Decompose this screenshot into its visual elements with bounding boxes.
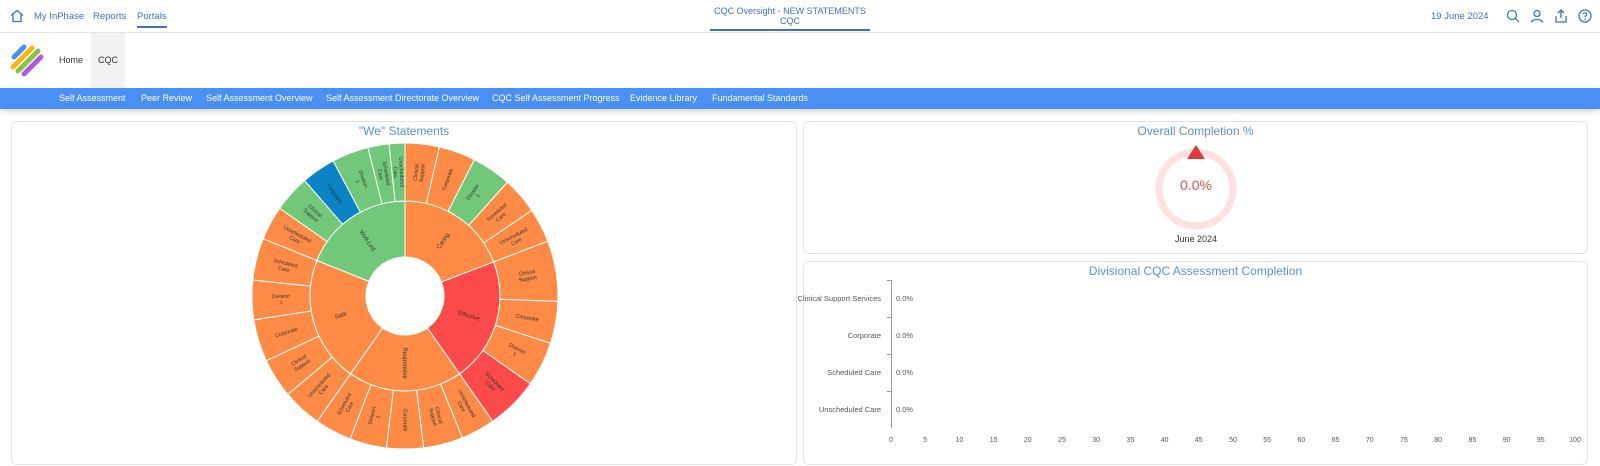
top-bar: My InPhase Reports Portals CQC Oversight…	[0, 0, 1600, 33]
overall-completion-panel: Overall Completion % 0.0% June 2024	[803, 121, 1588, 254]
x-tick-label: 90	[1502, 437, 1511, 444]
share-icon[interactable]	[1553, 8, 1569, 24]
category-label: Clinical Support Services	[797, 293, 881, 303]
x-tick-label: 100	[1569, 437, 1581, 444]
x-tick-label: 25	[1058, 437, 1066, 444]
y-tick	[887, 317, 891, 318]
link-portals[interactable]: Portals	[137, 11, 167, 28]
x-tick-label: 45	[1194, 437, 1203, 444]
current-date: 19 June 2024	[1431, 11, 1489, 22]
nav-cqc[interactable]: CQC	[91, 33, 125, 88]
inner-label-responsive: Responsive	[401, 347, 407, 379]
y-tick	[887, 391, 891, 392]
menu-directorate-overview[interactable]: Self Assessment Directorate Overview	[326, 93, 479, 103]
x-tick-label: 95	[1536, 437, 1545, 444]
page-title-line1: CQC Oversight - NEW STATEMENTS	[714, 6, 866, 16]
menu-self-assessment[interactable]: Self Assessment	[59, 93, 126, 103]
menu-fundamental-standards[interactable]: Fundamental Standards	[712, 93, 808, 103]
x-tick-label: 85	[1468, 437, 1477, 444]
completion-value: 0.0%	[1180, 177, 1212, 193]
page-title-line2: CQC	[780, 16, 800, 26]
user-icon[interactable]	[1529, 8, 1545, 24]
x-tick-label: 40	[1160, 437, 1169, 444]
search-icon[interactable]	[1505, 8, 1521, 24]
bar-value-label: 0.0%	[896, 367, 914, 377]
menu-cqc-progress[interactable]: CQC Self Assessment Progress	[492, 93, 620, 103]
page-title: CQC Oversight - NEW STATEMENTS CQC	[710, 6, 870, 31]
divisional-completion-panel: Divisional CQC Assessment Completion Cli…	[798, 261, 1589, 466]
x-tick-label: 5	[923, 437, 928, 444]
y-axis-line	[891, 280, 892, 428]
portal-menu: Self Assessment Peer Review Self Assessm…	[0, 88, 1600, 109]
x-tick-label: 0	[889, 437, 893, 444]
inphase-logo[interactable]	[10, 43, 46, 79]
we-statements-sunburst: CaringEffectiveResponsiveSafeWell-LedCli…	[251, 142, 559, 450]
menu-evidence-library[interactable]: Evidence Library	[630, 93, 697, 103]
menu-self-assessment-overview[interactable]: Self Assessment Overview	[206, 93, 313, 103]
bar-value-label: 0.0%	[896, 293, 914, 303]
overall-completion-title: Overall Completion %	[1137, 124, 1254, 138]
x-tick-label: 35	[1126, 437, 1135, 444]
bar-value-label: 0.0%	[896, 404, 914, 414]
menu-peer-review[interactable]: Peer Review	[141, 93, 192, 103]
home-icon[interactable]	[9, 8, 25, 24]
x-tick-label: 50	[1229, 437, 1237, 444]
x-tick-label: 30	[1092, 437, 1101, 444]
x-tick-label: 15	[989, 437, 998, 444]
category-label: Unscheduled Care	[818, 404, 881, 414]
link-reports[interactable]: Reports	[93, 11, 126, 22]
x-tick-label: 10	[955, 437, 964, 444]
divisional-bar-chart: Clinical Support Services 0.0% Corporate 0.…	[798, 262, 1589, 466]
nav-home[interactable]: Home	[54, 33, 88, 88]
x-tick-label: 70	[1365, 437, 1374, 444]
link-my-inphase[interactable]: My InPhase	[34, 11, 84, 22]
x-tick-label: 55	[1263, 437, 1272, 444]
bar-value-label: 0.0%	[896, 330, 914, 340]
x-tick-label: 60	[1297, 437, 1306, 444]
completion-month: June 2024	[1174, 234, 1218, 244]
help-icon[interactable]	[1577, 8, 1593, 24]
outer-label-corporate: Corporate	[401, 408, 407, 431]
outer-label-clinical-support: ClinicalSupport	[413, 163, 427, 183]
category-label: Scheduled Care	[827, 367, 881, 377]
category-label: Corporate	[847, 330, 881, 340]
y-tick	[887, 354, 891, 355]
we-statements-panel: "We" Statements Caring Effective Responsiv…	[11, 121, 797, 465]
x-tick-label: 80	[1434, 437, 1443, 444]
x-tick-label: 65	[1331, 437, 1340, 444]
y-tick	[887, 280, 891, 281]
x-tick-label: 75	[1400, 437, 1408, 444]
x-tick-label: 20	[1023, 437, 1032, 444]
